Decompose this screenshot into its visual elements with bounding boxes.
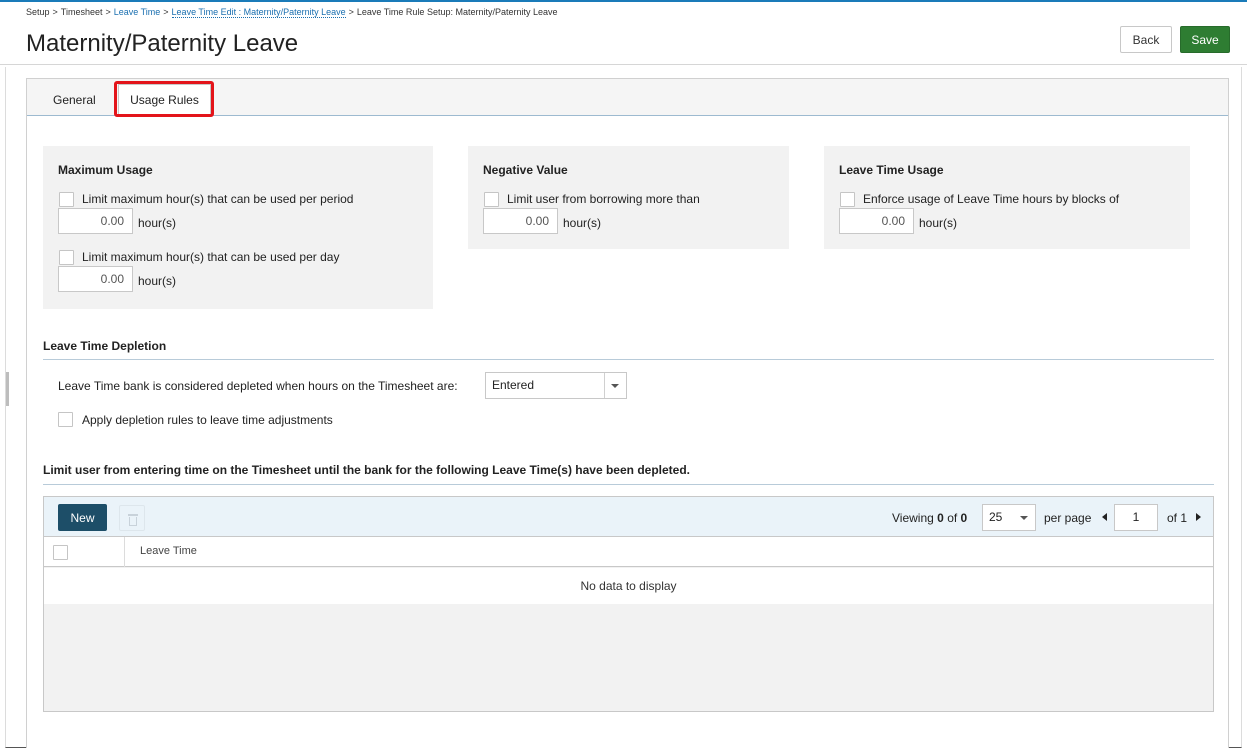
previous-page-icon[interactable] xyxy=(1102,513,1107,521)
trash-icon-body xyxy=(129,517,137,526)
depletion-section-title: Leave Time Depletion xyxy=(43,339,167,353)
per-period-label: Limit maximum hour(s) that can be used p… xyxy=(82,192,354,206)
per-day-checkbox[interactable] xyxy=(59,250,74,265)
page-size-value: 25 xyxy=(989,510,1003,524)
breadcrumb-leave-time-link[interactable]: Leave Time xyxy=(114,7,161,17)
negative-value-box: Negative Value Limit user from borrowing… xyxy=(468,146,789,249)
chevron-down-icon xyxy=(611,384,619,388)
borrow-limit-checkbox[interactable] xyxy=(484,192,499,207)
viewing-from: 0 xyxy=(937,511,944,525)
per-period-hours-input[interactable]: 0.00 xyxy=(58,208,133,234)
depletion-adjustments-checkbox[interactable] xyxy=(58,412,73,427)
depletion-adjustments-label: Apply depletion rules to leave time adju… xyxy=(82,413,333,427)
breadcrumb-separator: > xyxy=(52,7,58,17)
per-day-hours-input[interactable]: 0.00 xyxy=(58,266,133,292)
depletion-mode-select[interactable]: Entered xyxy=(485,372,627,399)
blocks-label: Enforce usage of Leave Time hours by blo… xyxy=(863,192,1120,206)
breadcrumb: Setup > Timesheet > Leave Time > Leave Time Ed… xyxy=(26,7,558,18)
depletion-question-label: Leave Time bank is considered depleted w… xyxy=(58,379,458,393)
viewing-prefix: Viewing xyxy=(892,511,934,525)
breadcrumb-separator: > xyxy=(163,7,169,17)
grid-toolbar: New Viewing 0 of 0 25 per page 1 of 1 xyxy=(44,497,1213,537)
borrow-limit-hours-input[interactable]: 0.00 xyxy=(483,208,558,234)
grid-empty-message: No data to display xyxy=(44,568,1213,604)
save-button[interactable]: Save xyxy=(1180,26,1230,53)
breadcrumb-separator: > xyxy=(105,7,111,17)
top-accent-line xyxy=(0,0,1247,2)
viewing-total: 0 xyxy=(960,511,968,525)
grid-header-row: Leave Time xyxy=(44,537,1213,567)
header-divider xyxy=(0,64,1247,65)
breadcrumb-separator: > xyxy=(348,7,354,17)
depletion-mode-arrow-box[interactable] xyxy=(604,373,626,398)
borrow-limit-unit: hour(s) xyxy=(563,216,602,230)
tab-bar: General Usage Rules xyxy=(27,79,1228,117)
depletion-mode-value: Entered xyxy=(492,378,535,392)
blocks-unit: hour(s) xyxy=(919,216,958,230)
column-header-leave-time[interactable]: Leave Time xyxy=(140,545,197,557)
side-panel-handle[interactable] xyxy=(6,372,9,406)
trash-icon xyxy=(128,514,138,516)
next-page-icon[interactable] xyxy=(1196,513,1201,521)
breadcrumb-leave-time-edit-link[interactable]: Leave Time Edit : Maternity/Paternity Le… xyxy=(171,7,346,18)
breadcrumb-setup: Setup xyxy=(26,7,50,17)
negative-value-title: Negative Value xyxy=(483,163,568,177)
maximum-usage-title: Maximum Usage xyxy=(58,163,153,177)
back-button[interactable]: Back xyxy=(1120,26,1172,53)
page-title: Maternity/Paternity Leave xyxy=(26,30,299,57)
column-divider xyxy=(124,537,125,567)
breadcrumb-timesheet: Timesheet xyxy=(60,7,103,17)
leave-time-usage-title: Leave Time Usage xyxy=(839,163,944,177)
leave-time-usage-box: Leave Time Usage Enforce usage of Leave … xyxy=(824,146,1190,249)
viewing-of: of xyxy=(947,511,958,525)
page-size-select[interactable]: 25 xyxy=(982,504,1036,531)
tab-usage-rules[interactable]: Usage Rules xyxy=(118,84,211,117)
limit-section-divider xyxy=(43,484,1214,485)
blocks-checkbox[interactable] xyxy=(840,192,855,207)
borrow-limit-label: Limit user from borrowing more than xyxy=(507,192,700,206)
chevron-down-icon xyxy=(1020,516,1028,520)
tab-general[interactable]: General xyxy=(53,93,96,107)
breadcrumb-current: Leave Time Rule Setup: Maternity/Paterni… xyxy=(356,7,558,17)
per-day-unit: hour(s) xyxy=(138,274,177,288)
select-all-checkbox[interactable] xyxy=(53,545,68,560)
limit-section-title: Limit user from entering time on the Tim… xyxy=(43,463,690,477)
blocks-hours-input[interactable]: 0.00 xyxy=(839,208,914,234)
per-day-label: Limit maximum hour(s) that can be used p… xyxy=(82,250,340,264)
page-count-label: of 1 xyxy=(1167,511,1188,525)
page-number-input[interactable]: 1 xyxy=(1114,504,1158,531)
per-page-label: per page xyxy=(1044,511,1092,525)
per-period-unit: hour(s) xyxy=(138,216,177,230)
viewing-summary: Viewing 0 of 0 xyxy=(892,511,967,525)
per-period-checkbox[interactable] xyxy=(59,192,74,207)
depletion-section-divider xyxy=(43,359,1214,360)
leave-time-grid: New Viewing 0 of 0 25 per page 1 of 1 Le… xyxy=(43,496,1214,712)
delete-button[interactable] xyxy=(119,505,145,531)
maximum-usage-box: Maximum Usage Limit maximum hour(s) that… xyxy=(43,146,433,309)
new-button[interactable]: New xyxy=(58,504,107,531)
